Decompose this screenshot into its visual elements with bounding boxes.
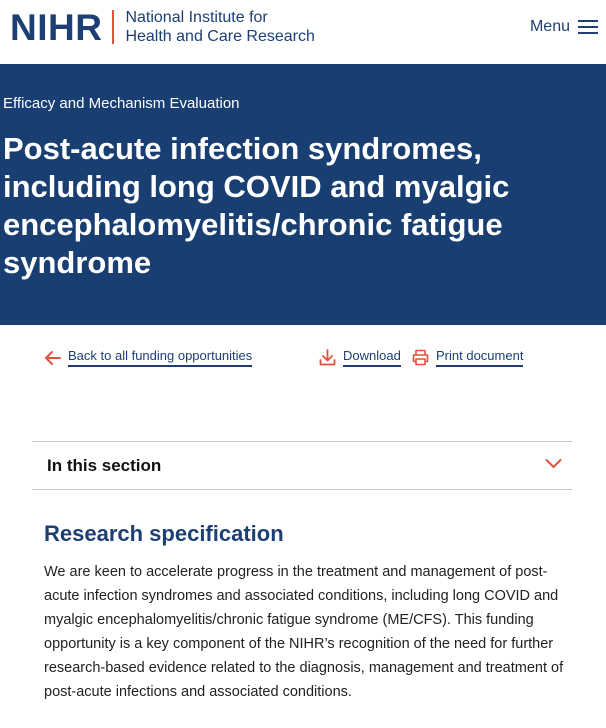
- page-title: Post-acute infection syndromes, includin…: [3, 131, 510, 280]
- site-header: NIHR National Institute for Health and C…: [0, 0, 606, 64]
- download-link[interactable]: Download: [319, 348, 401, 367]
- download-icon: [319, 349, 336, 366]
- programme-name: Efficacy and Mechanism Evaluation: [3, 95, 240, 112]
- logo-text: National Institute for Health and Care R…: [125, 8, 314, 46]
- nihr-logo[interactable]: NIHR National Institute for Health and C…: [10, 8, 315, 46]
- chevron-down-icon: [545, 459, 562, 468]
- action-bar: Back to all funding opportunities Downlo…: [0, 348, 606, 372]
- logo-line-1: National Institute for: [125, 9, 268, 26]
- arrow-left-icon: [45, 350, 61, 365]
- back-link[interactable]: Back to all funding opportunities: [44, 348, 253, 367]
- hamburger-icon: [578, 20, 598, 34]
- back-link-label: Back to all funding opportunities: [68, 348, 253, 367]
- section-body: We are keen to accelerate progress in th…: [44, 564, 564, 700]
- logo-mark: NIHR: [10, 6, 103, 48]
- menu-label: Menu: [529, 18, 570, 35]
- in-this-section-toggle[interactable]: In this section: [32, 441, 572, 490]
- section-heading: Research specification: [44, 521, 284, 546]
- logo-divider: [112, 10, 115, 44]
- logo-line-2: Health and Care Research: [125, 28, 315, 45]
- download-label: Download: [343, 348, 401, 367]
- menu-button[interactable]: Menu: [530, 18, 598, 36]
- print-label: Print document: [436, 348, 524, 367]
- section-toggle-label: In this section: [47, 456, 162, 475]
- print-link[interactable]: Print document: [412, 348, 524, 367]
- printer-icon: [412, 349, 429, 366]
- hero-banner: Efficacy and Mechanism Evaluation Post-a…: [0, 64, 606, 325]
